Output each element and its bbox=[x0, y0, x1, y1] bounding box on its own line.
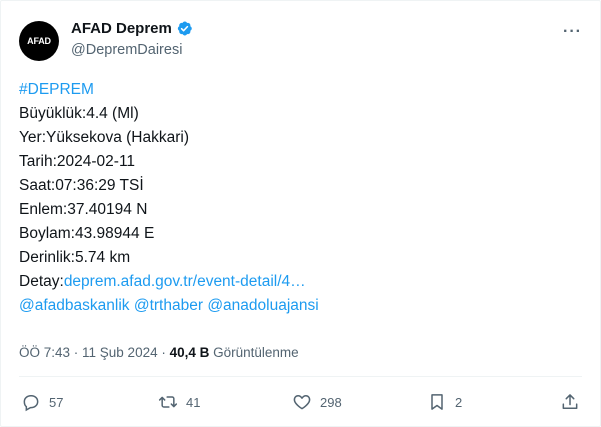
tweet-meta: ÖÖ 7:43 · 11 Şub 2024 · 40,4 B Görüntüle… bbox=[19, 345, 299, 360]
mention-link-trthaber[interactable]: @trthaber bbox=[134, 297, 203, 314]
tweet-line-depth: Derinlik:5.74 km bbox=[19, 249, 131, 266]
more-options-icon[interactable]: ··· bbox=[563, 23, 582, 41]
bookmark-count: 2 bbox=[455, 394, 463, 410]
reply-icon bbox=[23, 395, 39, 412]
mention-link-afadbaskanlik[interactable]: @afadbaskanlik bbox=[19, 297, 130, 314]
share-button[interactable] bbox=[560, 392, 580, 412]
bookmark-button[interactable]: 2 bbox=[427, 392, 462, 412]
reply-count: 57 bbox=[49, 394, 64, 410]
divider bbox=[19, 376, 582, 377]
tweet-line-time: Saat:07:36:29 TSİ bbox=[19, 177, 144, 194]
tweet-line-magnitude: Büyüklük:4.4 (Ml) bbox=[19, 105, 139, 122]
mention-link-anadoluajansi[interactable]: @anadoluajansi bbox=[207, 297, 318, 314]
author-name-row: AFAD Deprem bbox=[71, 20, 193, 37]
avatar-logo-text: AFAD bbox=[27, 36, 51, 46]
avatar[interactable]: AFAD bbox=[19, 21, 59, 61]
heart-icon bbox=[293, 395, 311, 410]
share-icon bbox=[562, 394, 578, 409]
reply-button[interactable]: 57 bbox=[21, 392, 63, 412]
tweet-line-date: Tarih:2024-02-11 bbox=[19, 153, 136, 170]
tweet-line-location: Yer:Yüksekova (Hakkari) bbox=[19, 129, 189, 146]
action-bar: 57 41 298 2 bbox=[21, 392, 580, 418]
like-count: 298 bbox=[320, 394, 342, 410]
retweet-count: 41 bbox=[186, 394, 201, 410]
detail-link[interactable]: deprem.afad.gov.tr/event-detail/4… bbox=[64, 273, 306, 290]
views-label: Görüntülenme bbox=[209, 345, 299, 360]
bookmark-icon bbox=[431, 394, 443, 410]
verified-badge-icon bbox=[177, 21, 192, 36]
tweet-timestamp[interactable]: ÖÖ 7:43 · 11 Şub 2024 · bbox=[19, 345, 170, 360]
detail-prefix: Detay: bbox=[19, 273, 64, 290]
author-handle[interactable]: @DepremDairesi bbox=[71, 42, 182, 58]
display-name[interactable]: AFAD Deprem bbox=[71, 20, 172, 37]
tweet-card: AFAD AFAD Deprem @DepremDairesi ··· #DEP… bbox=[0, 0, 601, 427]
retweet-button[interactable]: 41 bbox=[158, 392, 200, 412]
retweet-icon bbox=[158, 396, 178, 408]
tweet-line-longitude: Boylam:43.98944 E bbox=[19, 225, 155, 242]
hashtag-link[interactable]: #DEPREM bbox=[19, 81, 94, 98]
tweet-text: #DEPREM Büyüklük:4.4 (Ml) Yer:Yüksekova … bbox=[19, 78, 579, 318]
tweet-line-latitude: Enlem:37.40194 N bbox=[19, 201, 148, 218]
like-button[interactable]: 298 bbox=[292, 392, 342, 412]
views-count: 40,4 B bbox=[169, 345, 210, 360]
